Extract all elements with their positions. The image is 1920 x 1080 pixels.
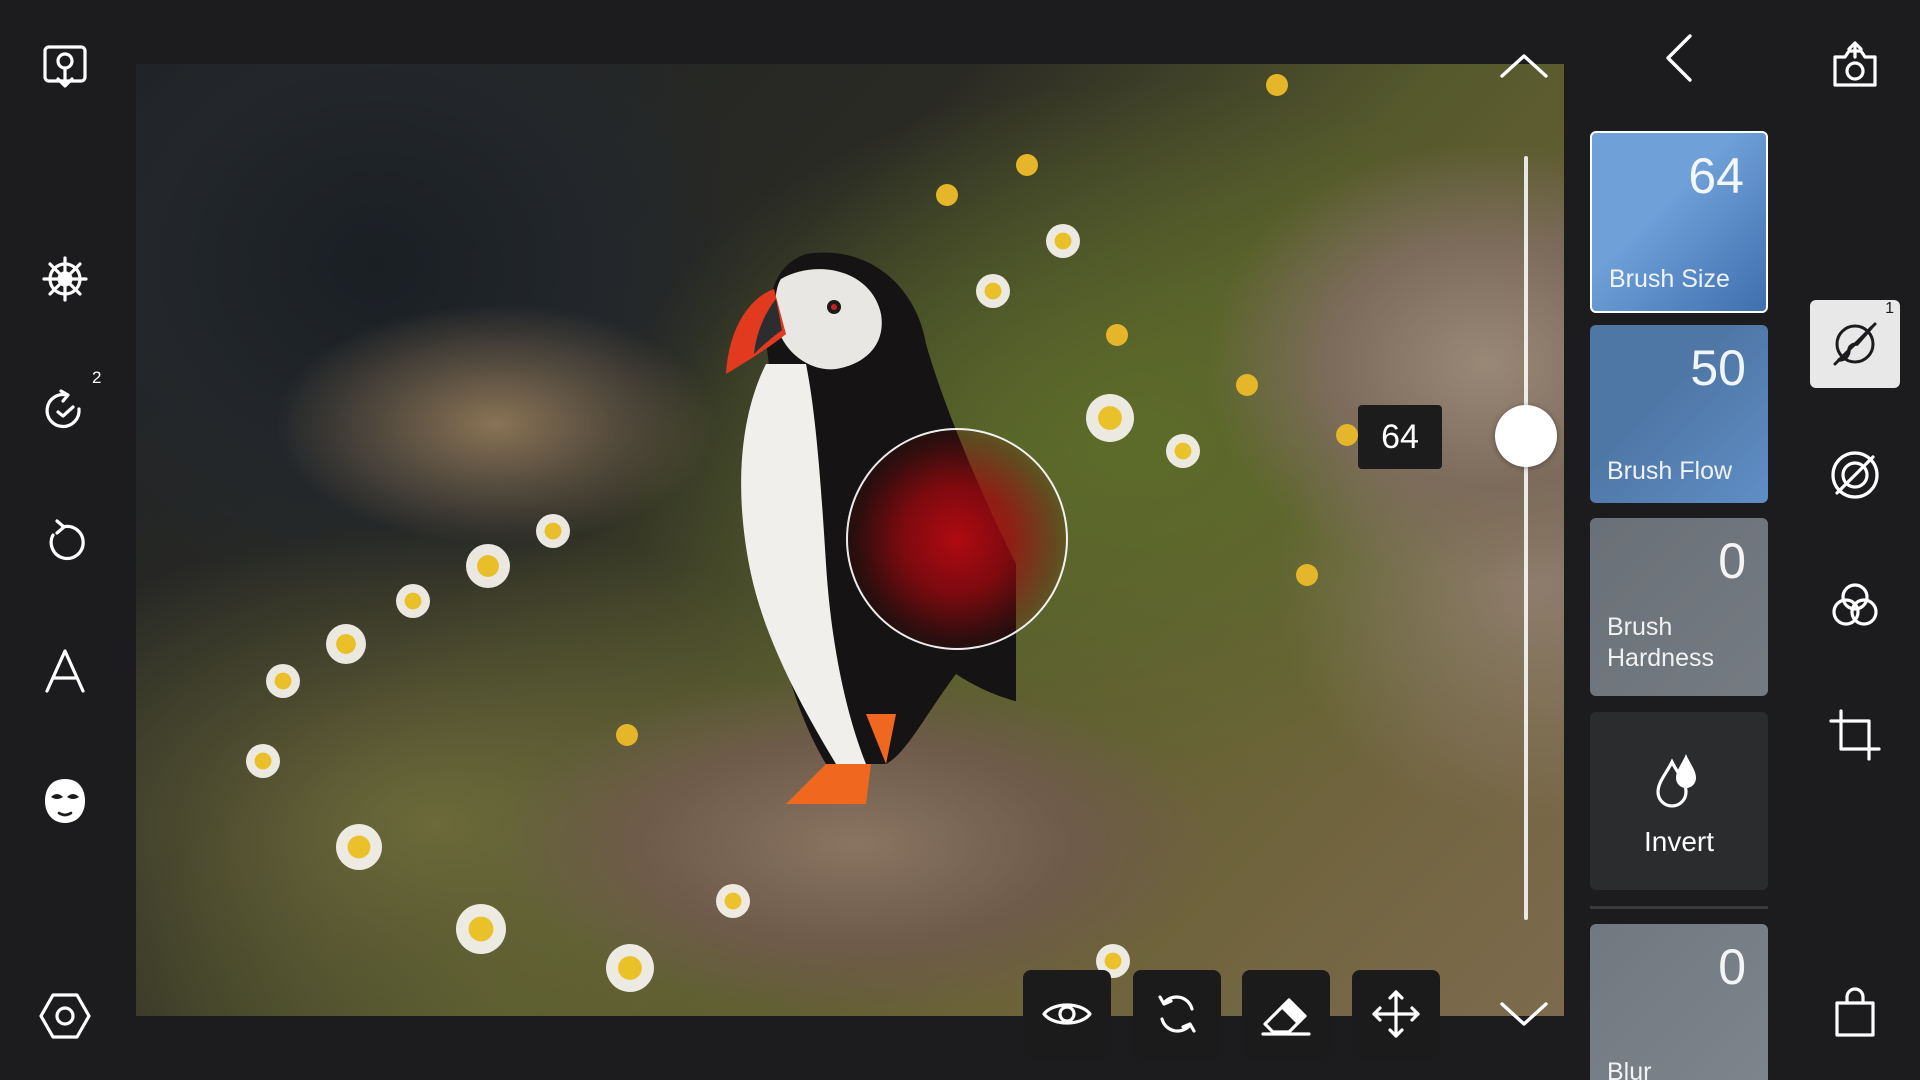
flower-bud (616, 724, 638, 746)
rotate-arrows-icon (1158, 995, 1196, 1033)
flower-bud (1236, 374, 1258, 396)
brush-size-value: 64 (1688, 148, 1744, 204)
daisy-flower (456, 904, 506, 954)
invert-card[interactable]: Invert (1590, 712, 1768, 890)
drops-icon (1656, 754, 1696, 808)
export-button[interactable] (1812, 24, 1898, 110)
history-icon (45, 389, 81, 429)
brush-preview-circle[interactable] (846, 428, 1068, 650)
flower-bud (936, 184, 958, 206)
brush-slider-thumb[interactable] (1495, 405, 1557, 467)
text-button[interactable] (34, 640, 96, 702)
chevron-down-icon[interactable] (1496, 996, 1552, 1032)
brush-tool-badge: 1 (1885, 300, 1894, 317)
move-arrows-icon (1372, 990, 1420, 1038)
back-chevron-icon[interactable] (1662, 32, 1696, 84)
letter-a-icon (45, 649, 85, 693)
brush-value-label: 64 (1358, 405, 1442, 469)
daisy-flower (246, 744, 280, 778)
brush-slider-track[interactable] (1524, 156, 1528, 920)
flower-bud (1016, 154, 1038, 176)
daisy-flower (536, 514, 570, 548)
daisy-flower (266, 664, 300, 698)
flower-bud (1336, 424, 1358, 446)
shopping-bag-icon (1835, 987, 1875, 1037)
flower-bud (1296, 564, 1318, 586)
face-button[interactable] (34, 770, 96, 832)
location-pin-icon (43, 45, 87, 88)
radial-tool-button[interactable] (1812, 432, 1898, 518)
face-mask-icon (45, 779, 85, 823)
panel-divider (1590, 906, 1768, 909)
move-button[interactable] (1352, 970, 1440, 1058)
reset-button[interactable] (34, 512, 96, 574)
history-badge: 2 (92, 368, 102, 387)
eraser-icon (1261, 998, 1311, 1036)
brush-hardness-value: 0 (1718, 533, 1746, 589)
brush-hardness-label-line1: Brush (1607, 613, 1673, 641)
crop-button[interactable] (1812, 692, 1898, 778)
daisy-flower (466, 544, 510, 588)
daisy-flower (716, 884, 750, 918)
looks-button[interactable] (34, 36, 96, 98)
brush-flow-label: Brush Flow (1607, 457, 1733, 485)
swap-button[interactable] (1133, 970, 1221, 1058)
history-button[interactable]: 2 (34, 368, 101, 442)
daisy-flower (396, 584, 430, 618)
daisy-flower (1166, 434, 1200, 468)
blur-value: 0 (1718, 939, 1746, 995)
brush-tool-button[interactable]: 1 (1810, 300, 1900, 388)
brush-flow-value: 50 (1690, 340, 1746, 396)
wheel-icon (42, 256, 88, 302)
radial-gradient-icon (1831, 451, 1879, 499)
color-tool-button[interactable] (1812, 562, 1898, 648)
shop-button[interactable] (1812, 970, 1898, 1056)
chevron-up-icon[interactable] (1496, 48, 1552, 84)
crop-icon (1829, 709, 1881, 761)
daisy-flower (326, 624, 366, 664)
brush-hardness-card[interactable]: 0 Brush Hardness (1590, 518, 1768, 696)
blur-card[interactable]: 0 Blur (1590, 924, 1768, 1080)
color-circles-icon (1832, 583, 1878, 626)
brush-hardness-label: Brush Hardness (1607, 612, 1714, 674)
daisy-flower (606, 944, 654, 992)
view-mask-button[interactable] (1023, 970, 1111, 1058)
brush-size-label: Brush Size (1609, 265, 1730, 293)
eye-icon (1042, 1003, 1092, 1025)
brush-flow-card[interactable]: 50 Brush Flow (1590, 325, 1768, 503)
flower-bud (1106, 324, 1128, 346)
blur-label: Blur (1607, 1058, 1652, 1080)
settings-button[interactable] (34, 985, 96, 1047)
tools-button[interactable] (34, 248, 96, 310)
flower-bud (1266, 74, 1288, 96)
brush-size-card[interactable]: 64 Brush Size (1590, 131, 1768, 313)
reset-icon (49, 519, 85, 561)
photo-canvas[interactable]: 64 (136, 64, 1564, 1016)
camera-share-icon (1833, 41, 1877, 87)
daisy-flower (336, 824, 382, 870)
eraser-button[interactable] (1242, 970, 1330, 1058)
brush-hardness-label-line2: Hardness (1607, 644, 1714, 672)
daisy-flower (1086, 394, 1134, 442)
invert-label: Invert (1643, 826, 1715, 857)
brush-icon (1833, 322, 1877, 366)
daisy-flower (1046, 224, 1080, 258)
hexagon-settings-icon (39, 993, 91, 1039)
